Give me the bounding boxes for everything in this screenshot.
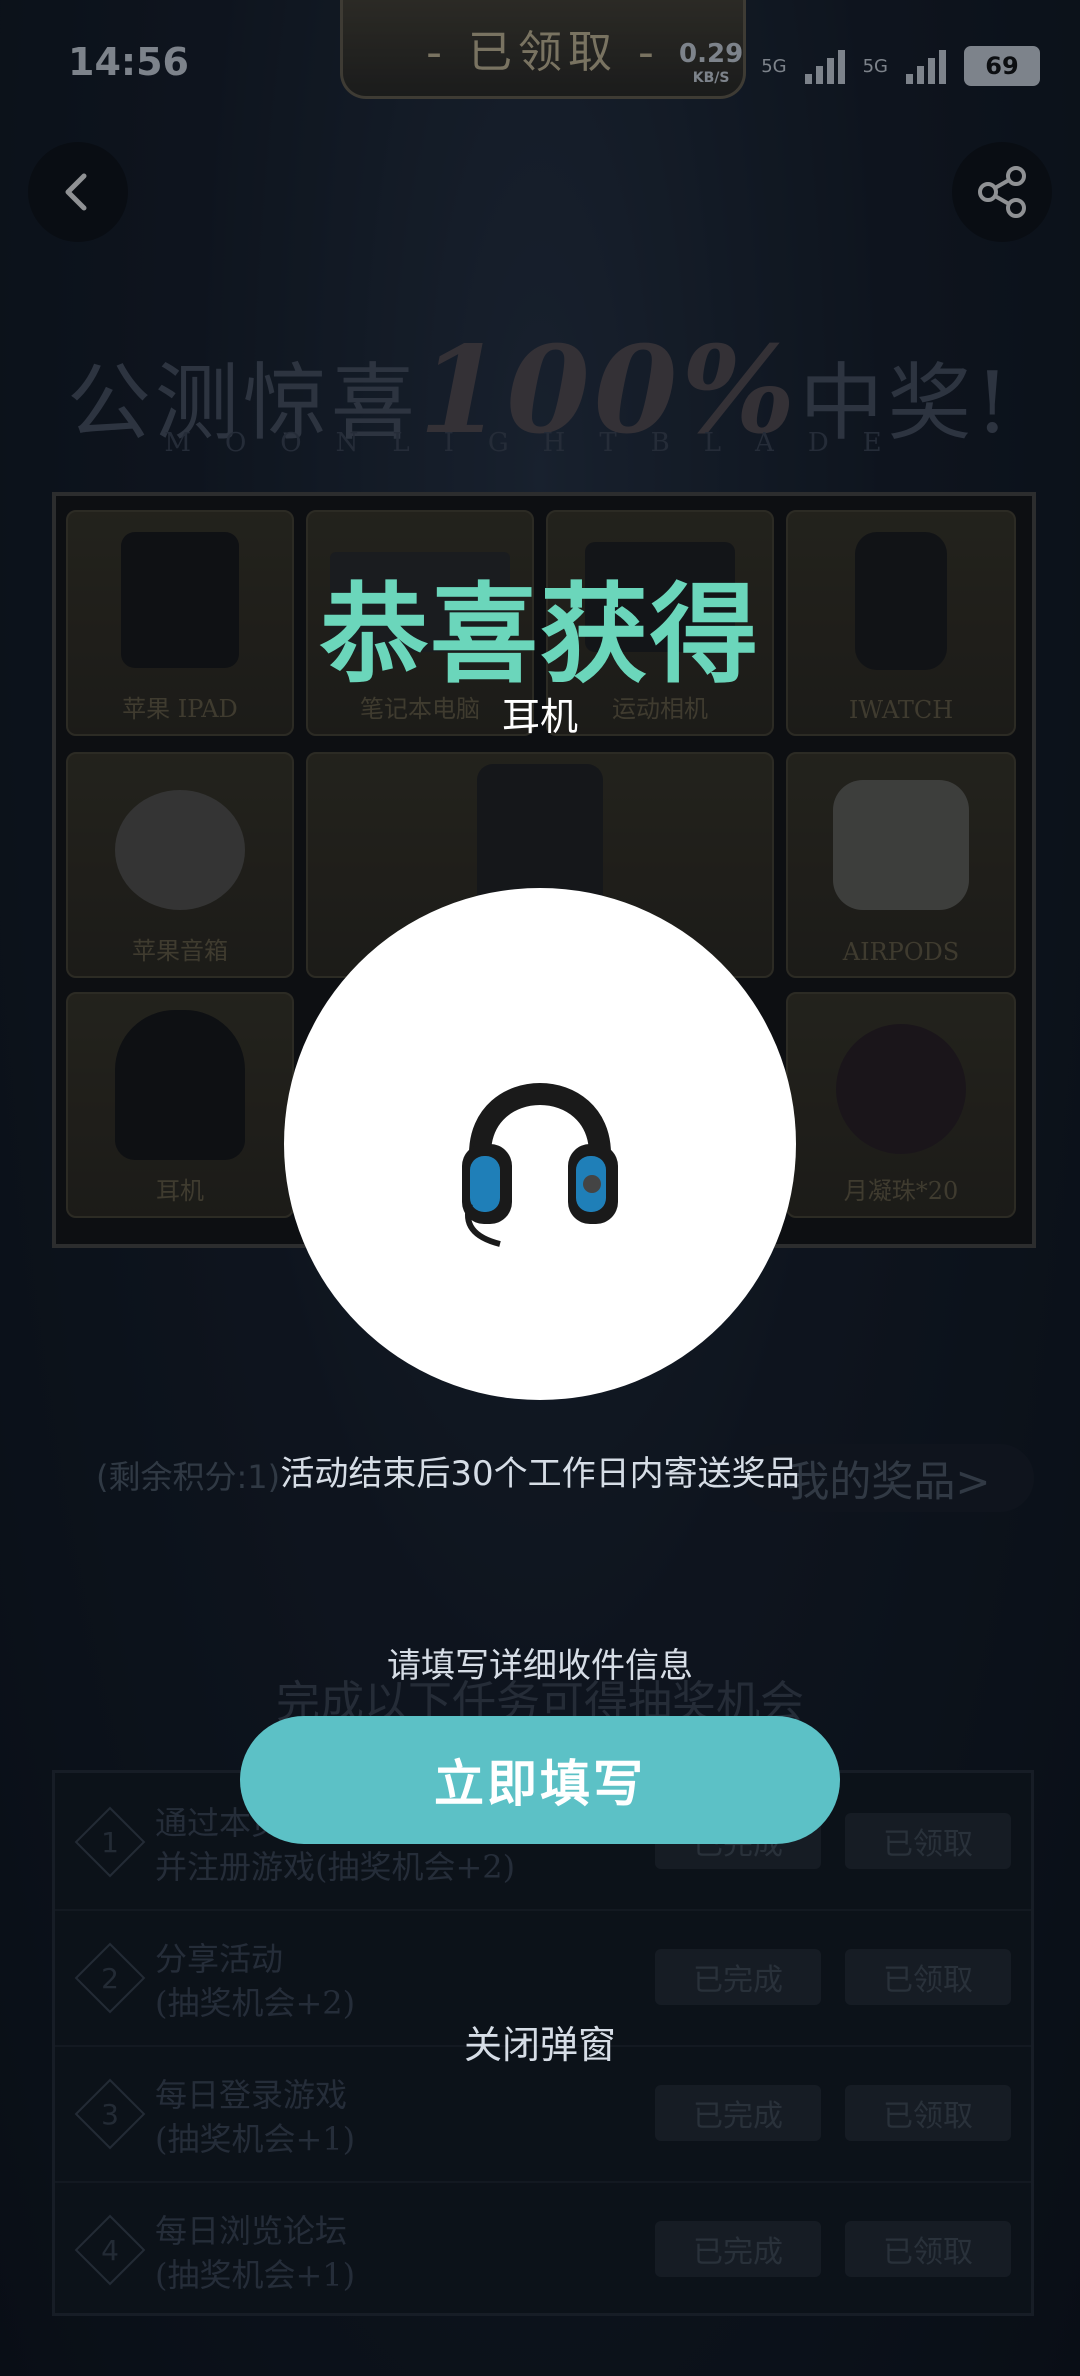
- headphones-icon: [462, 1083, 618, 1247]
- prize-image-circle: [284, 888, 796, 1400]
- fill-now-button[interactable]: 立即填写: [240, 1716, 840, 1844]
- modal-title: 恭喜获得: [319, 574, 760, 695]
- delivery-note: 活动结束后30个工作日内寄送奖品: [280, 1454, 800, 1494]
- close-popup-link[interactable]: 关闭弹窗: [0, 2014, 1080, 2069]
- address-hint: 请填写详细收件信息: [387, 1646, 693, 1686]
- modal-prize-name: 耳机: [501, 695, 578, 739]
